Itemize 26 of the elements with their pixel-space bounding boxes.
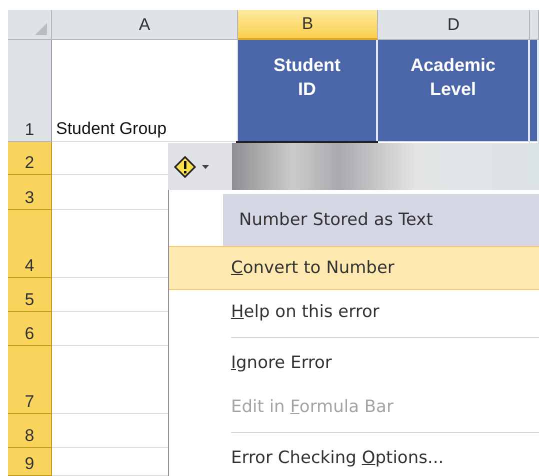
row-header[interactable]: 5 [8, 278, 52, 312]
dropdown-arrow-icon [202, 164, 209, 168]
column-header[interactable] [530, 10, 539, 40]
select-all-corner[interactable] [8, 10, 52, 40]
menu-title: Number Stored as Text [223, 194, 539, 246]
row-header[interactable]: 9 [8, 448, 52, 476]
row-header[interactable]: 2 [8, 142, 52, 175]
row-header[interactable]: 4 [8, 210, 52, 278]
menu-item[interactable]: Help on this error [169, 290, 539, 334]
row-header[interactable]: 1 [8, 40, 52, 142]
table-cell: Student Group [52, 40, 238, 142]
column-header[interactable]: D [378, 10, 530, 40]
row-header[interactable]: 7 [8, 346, 52, 414]
warning-icon [174, 156, 196, 178]
menu-item[interactable]: Convert to Number [169, 246, 539, 290]
row-header[interactable]: 6 [8, 312, 52, 346]
column-header[interactable]: B [238, 10, 378, 40]
corner-triangle-icon [35, 23, 47, 35]
menu-item[interactable]: Error Checking Options... [169, 436, 539, 476]
menu-item[interactable]: Ignore Error [169, 341, 539, 385]
row-header[interactable]: 8 [8, 414, 52, 448]
column-header[interactable]: A [52, 10, 238, 40]
row-header[interactable]: 3 [8, 175, 52, 210]
table-cell: Student ID [238, 40, 378, 142]
error-options-button[interactable] [168, 143, 232, 190]
table-cell: Academic Level [378, 40, 530, 142]
